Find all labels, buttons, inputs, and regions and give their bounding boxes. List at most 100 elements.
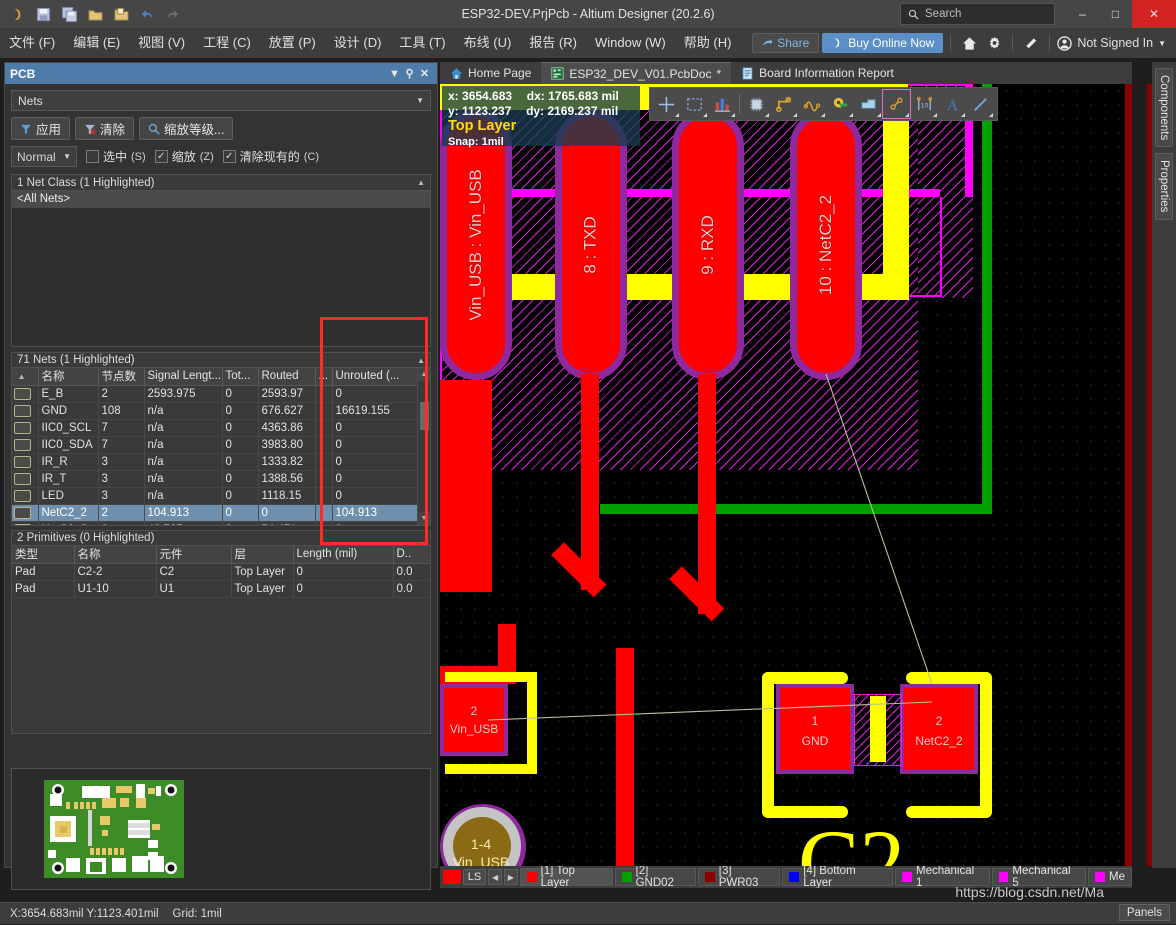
table-row[interactable]: Pad U1-10 U1 Top Layer 0 0.0 xyxy=(12,580,430,598)
search-input[interactable]: Search xyxy=(900,3,1055,25)
interactive-route-icon[interactable] xyxy=(771,90,798,118)
net-color-swatch[interactable] xyxy=(14,472,31,485)
menu-item-view[interactable]: 视图 (V) xyxy=(129,28,194,58)
tab-pcb-document[interactable]: ESP32_DEV_V01.PcbDoc * xyxy=(541,62,732,84)
highlight-mode-combo[interactable]: Normal ▼ xyxy=(11,146,77,167)
place-line-icon[interactable] xyxy=(967,90,994,118)
menu-item-project[interactable]: 工程 (C) xyxy=(194,28,260,58)
prim-col-name[interactable]: 名称 xyxy=(74,546,157,564)
checkbox-clear-existing[interactable]: ✓ 清除现有的 (C) xyxy=(222,148,319,165)
apply-button[interactable]: 应用 xyxy=(11,117,71,140)
net-color-swatch[interactable] xyxy=(14,506,31,519)
menu-item-reports[interactable]: 报告 (R) xyxy=(520,28,586,58)
altium-logo-icon[interactable] xyxy=(6,3,28,25)
smd-pad-c2-1-gnd[interactable]: 1 GND xyxy=(776,684,854,774)
menu-item-design[interactable]: 设计 (D) xyxy=(325,28,391,58)
place-dimension-icon[interactable]: 10 xyxy=(911,90,938,118)
chevron-up-icon[interactable]: ▲ xyxy=(417,178,425,187)
nets-table-scrollbar[interactable]: ▲ ▼ xyxy=(417,368,430,525)
pcb-canvas[interactable]: Vin_USB : Vin_USB 8 : TXD 9 : RXD 10 : N… xyxy=(440,84,1132,866)
open-project-icon[interactable] xyxy=(110,3,132,25)
differential-pair-route-icon[interactable] xyxy=(799,90,826,118)
scroll-thumb[interactable] xyxy=(420,402,429,430)
pad-vin-usb[interactable]: Vin_USB : Vin_USB xyxy=(440,110,512,380)
net-color-swatch[interactable] xyxy=(14,489,31,502)
close-icon[interactable]: ✕ xyxy=(417,65,432,82)
gear-icon[interactable] xyxy=(983,32,1005,54)
menu-item-file[interactable]: 文件 (F) xyxy=(0,28,64,58)
nets-col-nodes[interactable]: 节点数 xyxy=(98,368,145,386)
close-button[interactable]: ✕ xyxy=(1132,0,1176,28)
select-rect-icon[interactable] xyxy=(681,90,708,118)
save-all-icon[interactable] xyxy=(58,3,80,25)
maximize-button[interactable]: □ xyxy=(1099,0,1132,28)
table-row-selected[interactable]: NetC2_2 2 104.913 0 0 104.913 xyxy=(12,504,420,522)
menu-item-tools[interactable]: 工具 (T) xyxy=(390,28,454,58)
panels-button[interactable]: Panels xyxy=(1118,904,1170,921)
minimize-button[interactable]: – xyxy=(1066,0,1099,28)
nets-col-tot[interactable]: Tot... xyxy=(222,368,259,386)
tab-board-information-report[interactable]: Board Information Report xyxy=(731,62,904,84)
save-icon[interactable] xyxy=(32,3,54,25)
menu-item-window[interactable]: Window (W) xyxy=(586,28,675,58)
smd-pad-vin-usb[interactable]: 2 Vin_USB xyxy=(440,684,508,756)
table-row[interactable]: IR_R 3 n/a 0 1333.82 0 xyxy=(12,453,420,471)
pad-netc2-2[interactable]: 10 : NetC2_2 xyxy=(790,110,862,380)
nets-col-name[interactable]: 名称 xyxy=(38,368,99,386)
place-polygon-icon[interactable] xyxy=(709,90,736,118)
buy-online-button[interactable]: Buy Online Now xyxy=(822,33,944,53)
pin-icon[interactable]: ⚲ xyxy=(402,65,417,82)
table-row[interactable]: IIC0_SDA 7 n/a 0 3983.80 0 xyxy=(12,436,420,454)
right-tab-properties[interactable]: Properties xyxy=(1155,153,1173,220)
checkbox-select[interactable]: 选中 (S) xyxy=(86,148,146,165)
list-item[interactable]: <All Nets> xyxy=(12,191,430,208)
prim-col-layer[interactable]: 层 xyxy=(231,546,294,564)
prim-col-d[interactable]: D.. xyxy=(393,546,430,564)
net-color-swatch[interactable] xyxy=(14,421,31,434)
prim-col-component[interactable]: 元件 xyxy=(156,546,232,564)
clear-button[interactable]: 清除 xyxy=(75,117,135,140)
nets-col-extra[interactable]: ... xyxy=(315,368,333,386)
place-pad-icon[interactable] xyxy=(882,89,911,119)
object-type-combo[interactable]: Nets ▼ xyxy=(11,90,431,111)
place-fill-icon[interactable] xyxy=(855,90,882,118)
layer-next-button[interactable]: ▶ xyxy=(503,869,518,885)
extensions-icon[interactable] xyxy=(1020,32,1042,54)
menu-item-edit[interactable]: 编辑 (E) xyxy=(64,28,129,58)
table-row[interactable]: GND 108 n/a 0 676.627 16619.155 xyxy=(12,402,420,420)
net-color-swatch[interactable] xyxy=(14,455,31,468)
scroll-up-icon[interactable]: ▲ xyxy=(418,368,430,381)
net-color-swatch[interactable] xyxy=(14,438,31,451)
open-icon[interactable] xyxy=(84,3,106,25)
layer-tab-pwr03[interactable]: [3] PWR03 xyxy=(697,866,781,888)
checkbox-zoom[interactable]: ✓ 缩放 (Z) xyxy=(154,148,214,165)
table-row[interactable]: NetC8_2 2 48.785 0 54.471 0 xyxy=(12,521,420,525)
share-button[interactable]: Share xyxy=(752,33,820,53)
home-icon[interactable] xyxy=(958,32,980,54)
table-row[interactable]: IIC0_SCL 7 n/a 0 4363.86 0 xyxy=(12,419,420,437)
menu-item-route[interactable]: 布线 (U) xyxy=(455,28,521,58)
net-color-swatch[interactable] xyxy=(14,387,31,400)
nets-col-routed[interactable]: Routed xyxy=(258,368,316,386)
netclass-list[interactable]: <All Nets> xyxy=(11,191,431,347)
account-button[interactable]: Not Signed In ▼ xyxy=(1057,35,1172,51)
layer-tab-bottom-layer[interactable]: [4] Bottom Layer xyxy=(782,866,894,888)
prim-col-type[interactable]: 类型 xyxy=(12,546,75,564)
menu-item-help[interactable]: 帮助 (H) xyxy=(675,28,741,58)
table-row[interactable]: E_B 2 2593.975 0 2593.97 0 xyxy=(12,385,420,403)
crosshair-place-icon[interactable] xyxy=(653,90,680,118)
layer-tab-gnd02[interactable]: [2] GND02 xyxy=(614,866,696,888)
active-layer-color-swatch[interactable] xyxy=(443,870,461,884)
prim-col-length[interactable]: Length (mil) xyxy=(293,546,394,564)
chevron-up-icon[interactable]: ▲ xyxy=(417,356,425,365)
menu-item-place[interactable]: 放置 (P) xyxy=(260,28,325,58)
pad-txd[interactable]: 8 : TXD xyxy=(555,110,627,380)
nets-col-swatch[interactable]: ˙▲ xyxy=(12,368,39,386)
net-color-swatch[interactable] xyxy=(14,523,31,525)
primitives-table[interactable]: 类型 名称 元件 层 Length (mil) D.. Pad C2-2 C2 … xyxy=(11,546,431,734)
place-component-icon[interactable] xyxy=(743,90,770,118)
table-row[interactable]: IR_T 3 n/a 0 1388.56 0 xyxy=(12,470,420,488)
right-tab-components[interactable]: Components xyxy=(1155,68,1173,148)
place-string-icon[interactable]: A xyxy=(939,90,966,118)
net-color-swatch[interactable] xyxy=(14,404,31,417)
